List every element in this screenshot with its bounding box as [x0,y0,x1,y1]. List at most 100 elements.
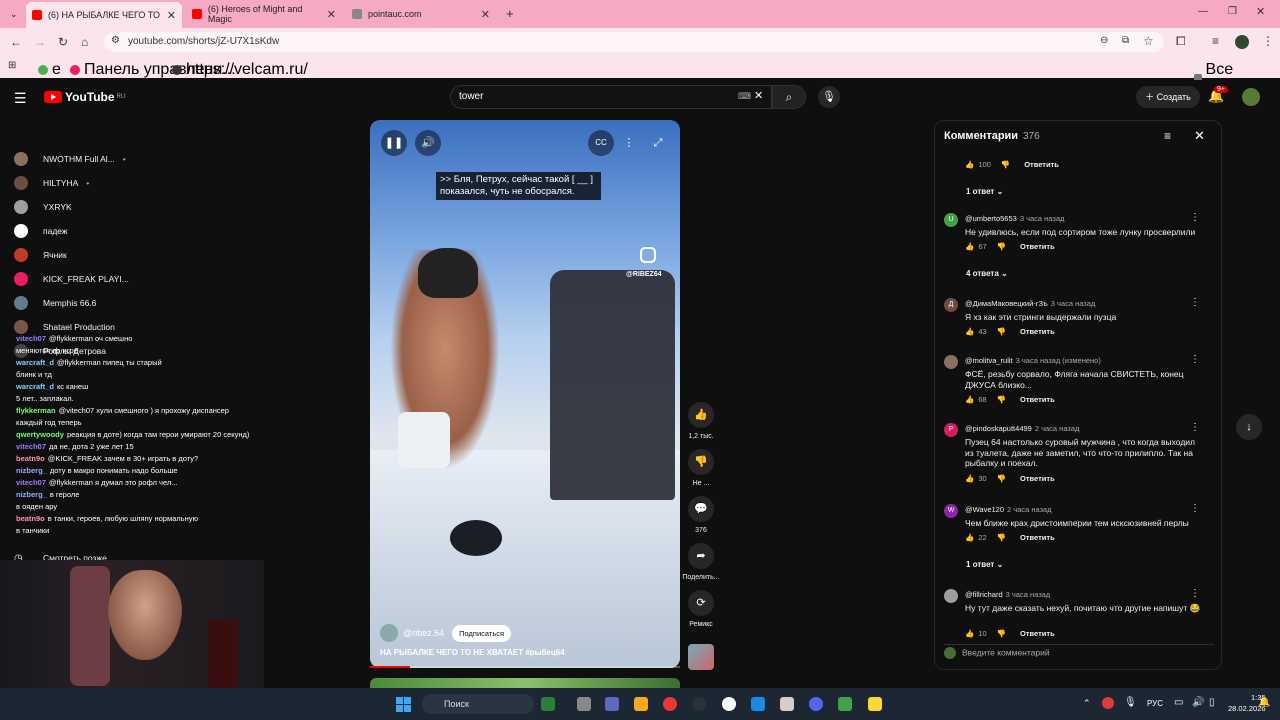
sidebar-subscription[interactable]: YXRYK [14,199,80,215]
reply-button[interactable]: Ответить [1020,327,1055,336]
fullscreen-icon[interactable]: ⤢ [645,130,671,156]
forward-icon[interactable]: → [34,35,46,49]
subscribe-button[interactable]: Подписаться [452,624,512,642]
commenter-avatar[interactable]: U [944,213,958,227]
comment-time[interactable]: 3 часа назад [1020,214,1065,223]
action-share[interactable]: ➦ Поделить... [682,543,720,581]
commenter-avatar[interactable] [944,589,958,603]
mic-icon[interactable]: 🎙 [818,86,840,108]
pause-icon[interactable]: ❚❚ [381,130,407,156]
replies-toggle[interactable]: 1 ответ ⌄ [966,560,1003,569]
comment-author[interactable]: @Wave120 [965,505,1004,514]
more-options-icon[interactable]: ⋮ [616,130,642,156]
like-icon[interactable]: 👍 [965,327,974,336]
bookmark-item[interactable]: https://velcam.ru/ [172,61,308,79]
sidebar-subscription[interactable]: HILTYHA • [14,175,89,191]
video-title[interactable]: НА РЫБАЛКЕ ЧЕГО ТО НЕ ХВАТАЕТ #рыбец64 [380,648,565,657]
action-like[interactable]: 👍 1,2 тыс. [688,402,714,440]
reply-button[interactable]: Ответить [1020,533,1055,542]
comment-menu-icon[interactable]: ⋮ [1190,422,1200,433]
comment-time[interactable]: 2 часа назад [1035,424,1080,433]
extensions-icon[interactable]: ⧠ [1176,34,1186,49]
video-progress-bar[interactable] [370,666,680,668]
sort-icon[interactable]: ≡ [1164,129,1171,143]
volume-tray-icon[interactable]: 🔊 [1192,697,1204,708]
app-icon[interactable] [541,697,555,711]
hamburger-menu-icon[interactable]: ☰ [14,90,27,107]
tray-chevron-icon[interactable]: ⌃ [1083,698,1091,709]
comment-time[interactable]: 3 часа назад [1051,299,1096,308]
dislike-icon[interactable]: 👎 [997,533,1006,542]
reload-icon[interactable]: ↻ [58,35,68,49]
comment-author[interactable]: @pindoskaputt4499 [965,424,1032,433]
sidebar-subscription[interactable]: падеж [14,223,76,239]
close-window-icon[interactable]: ✕ [1256,5,1265,18]
comment-author[interactable]: @umberto5653 [965,214,1017,223]
account-avatar[interactable] [1242,88,1260,106]
dislike-icon[interactable]: 👎 [688,449,714,475]
maximize-icon[interactable]: ❐ [1228,6,1237,17]
tab-heroes[interactable]: (6) Heroes of Might and Magic ✕ [186,4,342,24]
comment-menu-icon[interactable]: ⋮ [1190,297,1200,308]
youtube-logo[interactable]: YouTube RU [44,90,125,104]
dislike-icon[interactable]: 👎 [997,327,1006,336]
search-input[interactable]: tower [450,85,772,109]
dislike-icon[interactable]: 👎 [997,474,1006,483]
mic-tray-icon[interactable]: 🎙 [1124,697,1137,708]
keyboard-icon[interactable]: ⌨ [738,91,751,102]
app-icon[interactable] [780,697,794,711]
sidebar-subscription[interactable]: KICK_FREAK PLAYI... [14,271,137,287]
dislike-icon[interactable]: 👎 [1001,160,1010,169]
discord-icon[interactable] [809,697,823,711]
explorer-icon[interactable] [634,697,648,711]
reply-button[interactable]: Ответить [1024,160,1059,169]
like-icon[interactable]: 👍 [965,242,974,251]
chrome-icon[interactable] [663,697,677,711]
menu-dots-icon[interactable]: ⋮ [1262,34,1274,48]
tab-close-icon[interactable]: ✕ [481,8,490,21]
dislike-icon[interactable]: 👎 [997,629,1006,638]
create-button[interactable]: ＋ Создать [1136,86,1200,108]
shorts-video[interactable] [370,120,680,668]
yandex-icon[interactable] [722,697,736,711]
comment-input[interactable]: Введите комментарий [944,644,1214,660]
commenter-avatar[interactable] [944,355,958,369]
captions-icon[interactable]: CC [588,130,614,156]
site-info-icon[interactable]: ⚙ [111,35,120,46]
app-icon[interactable] [868,697,882,711]
home-icon[interactable]: ⌂ [81,35,88,49]
apps-grid-icon[interactable]: ⊞ [8,60,16,71]
sidebar-subscription[interactable]: Ячник [14,247,75,263]
app-icon[interactable] [838,697,852,711]
sidebar-subscription[interactable]: Memphis 66.6 [14,295,104,311]
url-input[interactable]: youtube.com/shorts/jZ-U7X1sKdw [104,32,1164,52]
reply-button[interactable]: Ответить [1020,629,1055,638]
zoom-icon[interactable]: ⊖ [1100,35,1108,46]
channel-info[interactable]: @ribez.64 Подписаться [380,624,512,642]
app-icon[interactable] [692,697,706,711]
task-view-icon[interactable] [577,697,591,711]
replies-toggle[interactable]: 1 ответ ⌄ [966,187,1003,196]
tab-active[interactable]: (6) НА РЫБАЛКЕ ЧЕГО ТО ✕ [26,2,182,28]
scroll-down-icon[interactable]: ↓ [1236,414,1262,440]
comment-menu-icon[interactable]: ⋮ [1190,588,1200,599]
windows-start-icon[interactable] [396,697,411,712]
comment-author[interactable]: @ДимаМаковецкий-гЗъ [965,299,1048,308]
commenter-avatar[interactable]: Д [944,298,958,312]
tab-search-icon[interactable]: ⌄ [4,4,18,24]
install-icon[interactable]: ⧉ [1122,35,1129,46]
commenter-avatar[interactable]: P [944,423,958,437]
like-icon[interactable]: 👍 [965,474,974,483]
comment-icon[interactable]: 💬 [688,496,714,522]
next-short-preview[interactable] [370,678,680,688]
like-icon[interactable]: 👍 [965,533,974,542]
clear-search-icon[interactable]: ✕ [754,89,763,102]
comment-author[interactable]: @fillrichard [965,590,1003,599]
like-icon[interactable]: 👍 [965,395,974,404]
comment-menu-icon[interactable]: ⋮ [1190,212,1200,223]
close-comments-icon[interactable]: ✕ [1194,128,1205,144]
teams-icon[interactable] [605,697,619,711]
minimize-icon[interactable]: — [1198,6,1208,17]
back-icon[interactable]: ← [10,35,22,49]
action-comment[interactable]: 💬 376 [688,496,714,534]
